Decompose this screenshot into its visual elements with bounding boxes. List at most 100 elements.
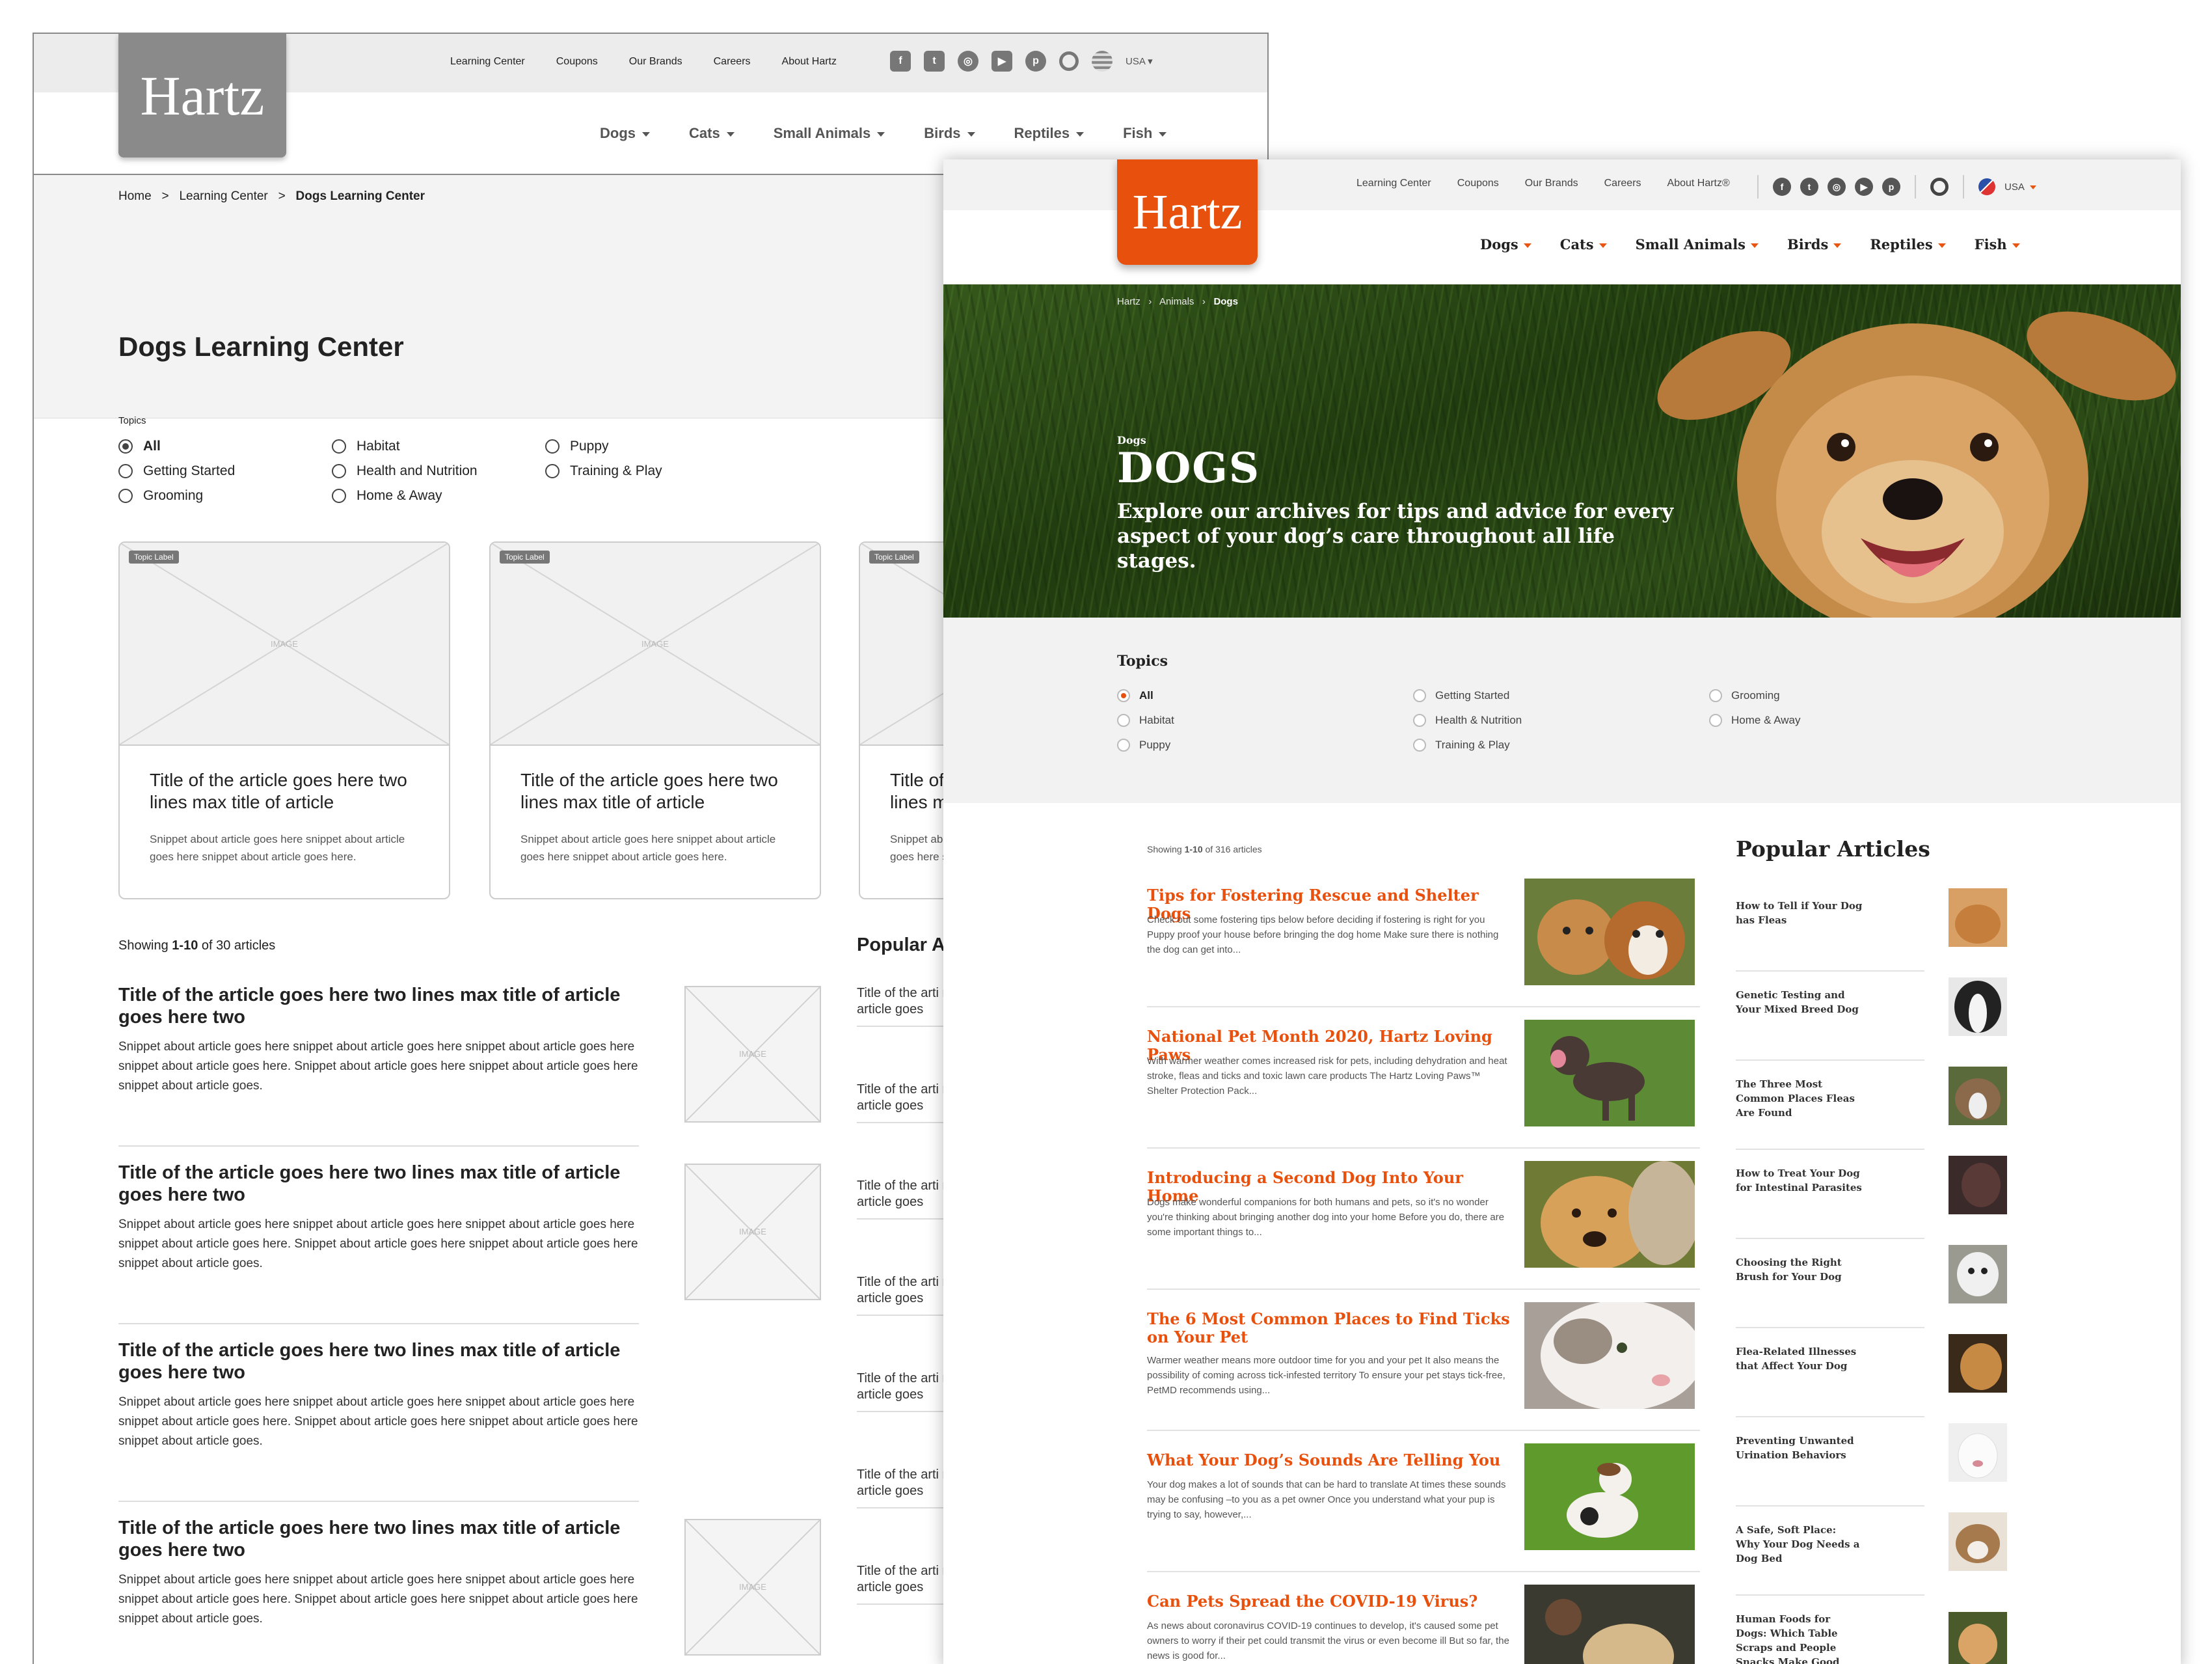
wf-bc-learning[interactable]: Learning Center: [179, 189, 267, 203]
popular-item[interactable]: Choosing the Right Brush for Your Dog: [1736, 1245, 2007, 1328]
list-item[interactable]: Title of the article goes here two lines…: [118, 1517, 639, 1664]
wf-util-coupons[interactable]: Coupons: [556, 56, 598, 68]
search-icon[interactable]: [1059, 51, 1079, 71]
hz-util-about[interactable]: About Hartz®: [1667, 178, 1730, 189]
hz-logo[interactable]: Hartz: [1117, 159, 1258, 265]
wf-nav-cats[interactable]: Cats: [689, 125, 735, 142]
youtube-icon[interactable]: ▶: [991, 51, 1012, 72]
popular-item[interactable]: How to Treat Your Dog for Intestinal Par…: [1736, 1156, 2007, 1239]
article-image[interactable]: [1524, 1302, 1695, 1409]
hz-bc-hartz[interactable]: Hartz: [1117, 296, 1140, 307]
article-item[interactable]: Can Pets Spread the COVID-19 Virus? As n…: [1147, 1585, 1700, 1664]
popular-item[interactable]: How to Tell if Your Dog has Fleas: [1736, 888, 2007, 972]
article-snippet: With warmer weather comes increased risk…: [1147, 1056, 1507, 1097]
article-title[interactable]: The 6 Most Common Places to Find Ticks o…: [1147, 1310, 1511, 1346]
wf-nav-birds[interactable]: Birds: [924, 125, 975, 142]
popular-item[interactable]: Flea-Related Illnesses that Affect Your …: [1736, 1334, 2007, 1417]
search-icon[interactable]: [1930, 178, 1949, 196]
facebook-icon[interactable]: f: [1773, 178, 1791, 196]
article-title[interactable]: Can Pets Spread the COVID-19 Virus?: [1147, 1592, 1511, 1611]
wf-topic-all[interactable]: All: [118, 439, 332, 454]
pinterest-icon[interactable]: p: [1025, 51, 1046, 72]
hz-topic-grooming[interactable]: Grooming: [1709, 689, 1865, 702]
hz-nav-cats[interactable]: Cats: [1560, 236, 1607, 252]
instagram-icon[interactable]: ◎: [958, 51, 978, 72]
radio-icon: [118, 464, 133, 478]
hz-nav-fish[interactable]: Fish: [1975, 236, 2020, 252]
twitter-icon[interactable]: t: [924, 51, 945, 72]
hz-topic-habitat[interactable]: Habitat: [1117, 714, 1413, 727]
article-title: Title of the article goes here two lines…: [118, 1340, 621, 1383]
hz-topic-home-away[interactable]: Home & Away: [1709, 714, 1865, 727]
article-snippet: Dogs make wonderful companions for both …: [1147, 1197, 1505, 1238]
instagram-icon[interactable]: ◎: [1828, 178, 1846, 196]
wf-nav-fish[interactable]: Fish: [1123, 125, 1167, 142]
article-item[interactable]: National Pet Month 2020, Hartz Loving Pa…: [1147, 1020, 1700, 1149]
hz-topic-all[interactable]: All: [1117, 689, 1413, 702]
article-image[interactable]: [1524, 1443, 1695, 1550]
hz-util-our-brands[interactable]: Our Brands: [1525, 178, 1578, 189]
hz-topic-getting-started[interactable]: Getting Started: [1413, 689, 1709, 702]
article-image[interactable]: [1524, 1020, 1695, 1126]
image-label: IMAGE: [641, 639, 669, 649]
radio-icon: [332, 439, 346, 454]
hz-nav-birds[interactable]: Birds: [1787, 236, 1842, 252]
pinterest-icon[interactable]: p: [1882, 178, 1900, 196]
hz-util-careers[interactable]: Careers: [1604, 178, 1641, 189]
wf-bc-home[interactable]: Home: [118, 189, 152, 203]
article-item[interactable]: Introducing a Second Dog Into Your Home …: [1147, 1161, 1700, 1290]
wf-topic-grooming[interactable]: Grooming: [118, 488, 332, 504]
article-item[interactable]: Tips for Fostering Rescue and Shelter Do…: [1147, 879, 1700, 1007]
popular-item[interactable]: Genetic Testing and Your Mixed Breed Dog: [1736, 977, 2007, 1061]
popular-item[interactable]: A Safe, Soft Place: Why Your Dog Needs a…: [1736, 1512, 2007, 1596]
list-item[interactable]: Title of the article goes here two lines…: [118, 984, 639, 1147]
wf-util-learning-center[interactable]: Learning Center: [450, 56, 525, 68]
wf-topic-health[interactable]: Health and Nutrition: [332, 463, 545, 479]
flag-icon[interactable]: [1978, 178, 1995, 195]
article-title[interactable]: What Your Dog’s Sounds Are Telling You: [1147, 1451, 1511, 1469]
wf-util-about[interactable]: About Hartz: [782, 56, 837, 68]
wf-bc-sep: >: [161, 189, 169, 203]
article-image[interactable]: [1524, 879, 1695, 985]
flag-icon[interactable]: [1092, 51, 1113, 72]
wf-topic-puppy[interactable]: Puppy: [545, 439, 708, 454]
popular-item[interactable]: Human Foods for Dogs: Which Table Scraps…: [1736, 1602, 2007, 1664]
wf-topic-training[interactable]: Training & Play: [545, 463, 708, 479]
wf-feature-card[interactable]: Topic Label IMAGE Title of the article g…: [118, 541, 450, 899]
hz-nav-reptiles[interactable]: Reptiles: [1870, 236, 1946, 252]
hz-nav-small-animals[interactable]: Small Animals: [1636, 236, 1759, 252]
hz-util-coupons[interactable]: Coupons: [1457, 178, 1499, 189]
wf-nav-small-animals[interactable]: Small Animals: [774, 125, 885, 142]
wf-topic-getting-started[interactable]: Getting Started: [118, 463, 332, 479]
popular-item[interactable]: Preventing Unwanted Urination Behaviors: [1736, 1423, 2007, 1507]
hz-topic-health[interactable]: Health & Nutrition: [1413, 714, 1709, 727]
article-image[interactable]: [1524, 1161, 1695, 1268]
wf-nav-dogs[interactable]: Dogs: [600, 125, 650, 142]
radio-selected-icon: [1117, 689, 1130, 702]
wf-topic-habitat[interactable]: Habitat: [332, 439, 545, 454]
article-item[interactable]: What Your Dog’s Sounds Are Telling You Y…: [1147, 1443, 1700, 1572]
article-item[interactable]: The 6 Most Common Places to Find Ticks o…: [1147, 1302, 1700, 1431]
twitter-icon[interactable]: t: [1800, 178, 1818, 196]
chevron-down-icon: [726, 131, 735, 137]
popular-item[interactable]: The Three Most Common Places Fleas Are F…: [1736, 1067, 2007, 1150]
hz-region-select[interactable]: USA: [2004, 182, 2036, 193]
youtube-icon[interactable]: ▶: [1855, 178, 1873, 196]
list-item[interactable]: Title of the article goes here two lines…: [118, 1339, 639, 1502]
hz-util-learning-center[interactable]: Learning Center: [1356, 178, 1431, 189]
list-item[interactable]: Title of the article goes here two lines…: [118, 1162, 639, 1324]
wf-region-select[interactable]: USA ▾: [1126, 55, 1153, 67]
radio-icon: [332, 464, 346, 478]
hz-nav-dogs[interactable]: Dogs: [1480, 236, 1531, 252]
wf-util-our-brands[interactable]: Our Brands: [629, 56, 682, 68]
article-image[interactable]: [1524, 1585, 1695, 1664]
wf-topic-home-away[interactable]: Home & Away: [332, 488, 545, 504]
wf-nav-reptiles[interactable]: Reptiles: [1014, 125, 1085, 142]
wf-util-careers[interactable]: Careers: [714, 56, 751, 68]
wf-feature-card[interactable]: Topic Label IMAGE Title of the article g…: [489, 541, 821, 899]
hz-topic-training[interactable]: Training & Play: [1413, 739, 1709, 752]
facebook-icon[interactable]: f: [890, 51, 911, 72]
hz-bc-animals[interactable]: Animals: [1159, 296, 1194, 307]
hz-topic-puppy[interactable]: Puppy: [1117, 739, 1413, 752]
wf-logo[interactable]: Hartz: [118, 34, 286, 157]
